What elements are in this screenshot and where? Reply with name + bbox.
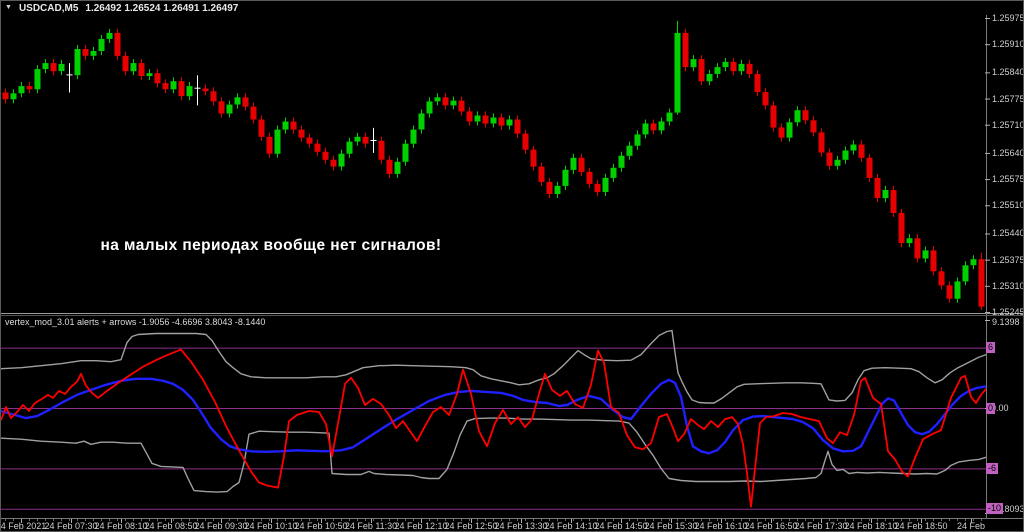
symbol-dropdown-icon[interactable]: ▼ [5,3,12,13]
chart-title-bar: ▼ USDCAD,M5 1.26492 1.26524 1.26491 1.26… [5,2,238,14]
chart-window: ▼ USDCAD,M5 1.26492 1.26524 1.26491 1.26… [0,0,1024,532]
time-axis[interactable] [1,518,1024,532]
main-chart-pane[interactable] [1,15,985,313]
symbol-period-label: USDCAD,M5 [19,3,78,14]
price-axis[interactable] [986,15,1024,518]
quote-ohlc-label: 1.26492 1.26524 1.26491 1.26497 [85,3,238,14]
indicator-pane[interactable] [1,316,985,518]
